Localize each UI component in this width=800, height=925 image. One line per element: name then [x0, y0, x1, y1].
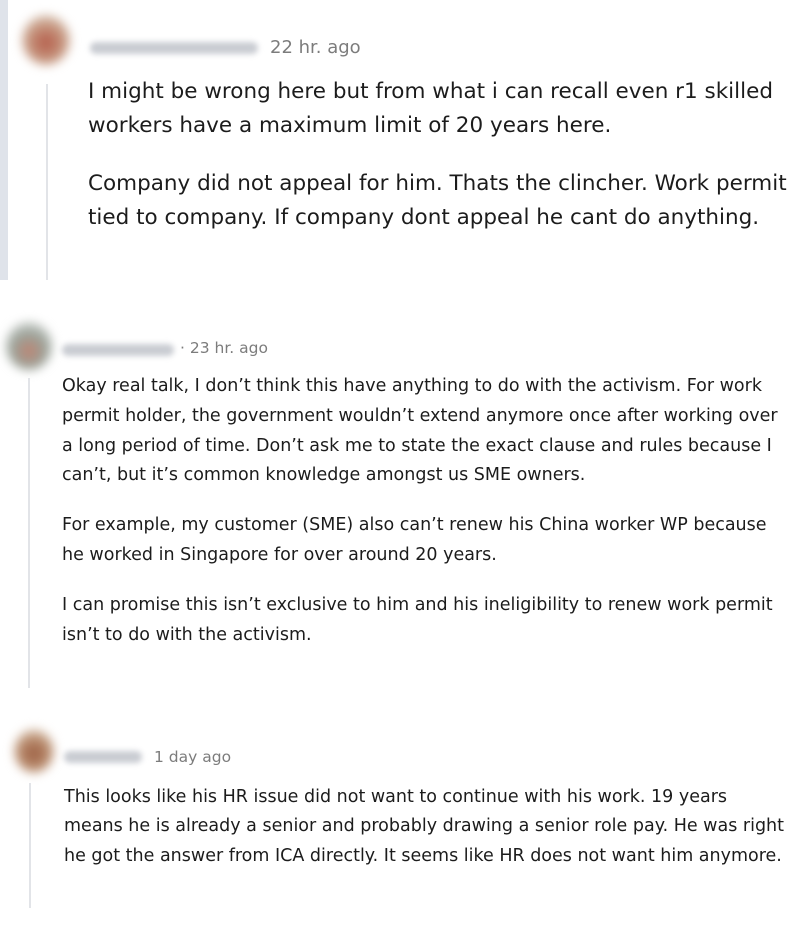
comment-paragraph: Company did not appeal for him. Thats th…	[88, 171, 787, 230]
thread-line[interactable]	[46, 84, 48, 280]
username-redacted[interactable]	[90, 42, 258, 54]
avatar[interactable]	[6, 322, 52, 370]
comment-3: 1 day ago This looks like his HR issue d…	[0, 715, 800, 925]
comment-paragraph: I might be wrong here but from what i ca…	[88, 79, 773, 138]
thread-line[interactable]	[29, 783, 31, 908]
comment-timestamp: 22 hr. ago	[270, 37, 361, 58]
comment-body: This looks like his HR issue did not wan…	[64, 783, 784, 871]
thread-line[interactable]	[28, 378, 30, 688]
comment-paragraph: Okay real talk, I don’t think this have …	[62, 376, 778, 486]
comment-paragraph: For example, my customer (SME) also can’…	[62, 515, 767, 565]
username-redacted[interactable]	[62, 344, 174, 356]
comment-timestamp: · 23 hr. ago	[180, 339, 268, 357]
avatar[interactable]	[14, 729, 54, 773]
comment-body: Okay real talk, I don’t think this have …	[62, 372, 782, 650]
comment-body: I might be wrong here but from what i ca…	[88, 75, 788, 235]
comment-1: 22 hr. ago I might be wrong here but fro…	[0, 0, 800, 280]
comment-paragraph: This looks like his HR issue did not wan…	[64, 787, 785, 866]
comment-timestamp: 1 day ago	[154, 748, 232, 766]
comment-paragraph: I can promise this isn’t exclusive to hi…	[62, 594, 773, 645]
comment-2: · 23 hr. ago Okay real talk, I don’t thi…	[0, 308, 800, 688]
avatar[interactable]	[22, 15, 70, 65]
username-redacted[interactable]	[64, 751, 142, 763]
parent-thread-indicator	[0, 0, 8, 280]
